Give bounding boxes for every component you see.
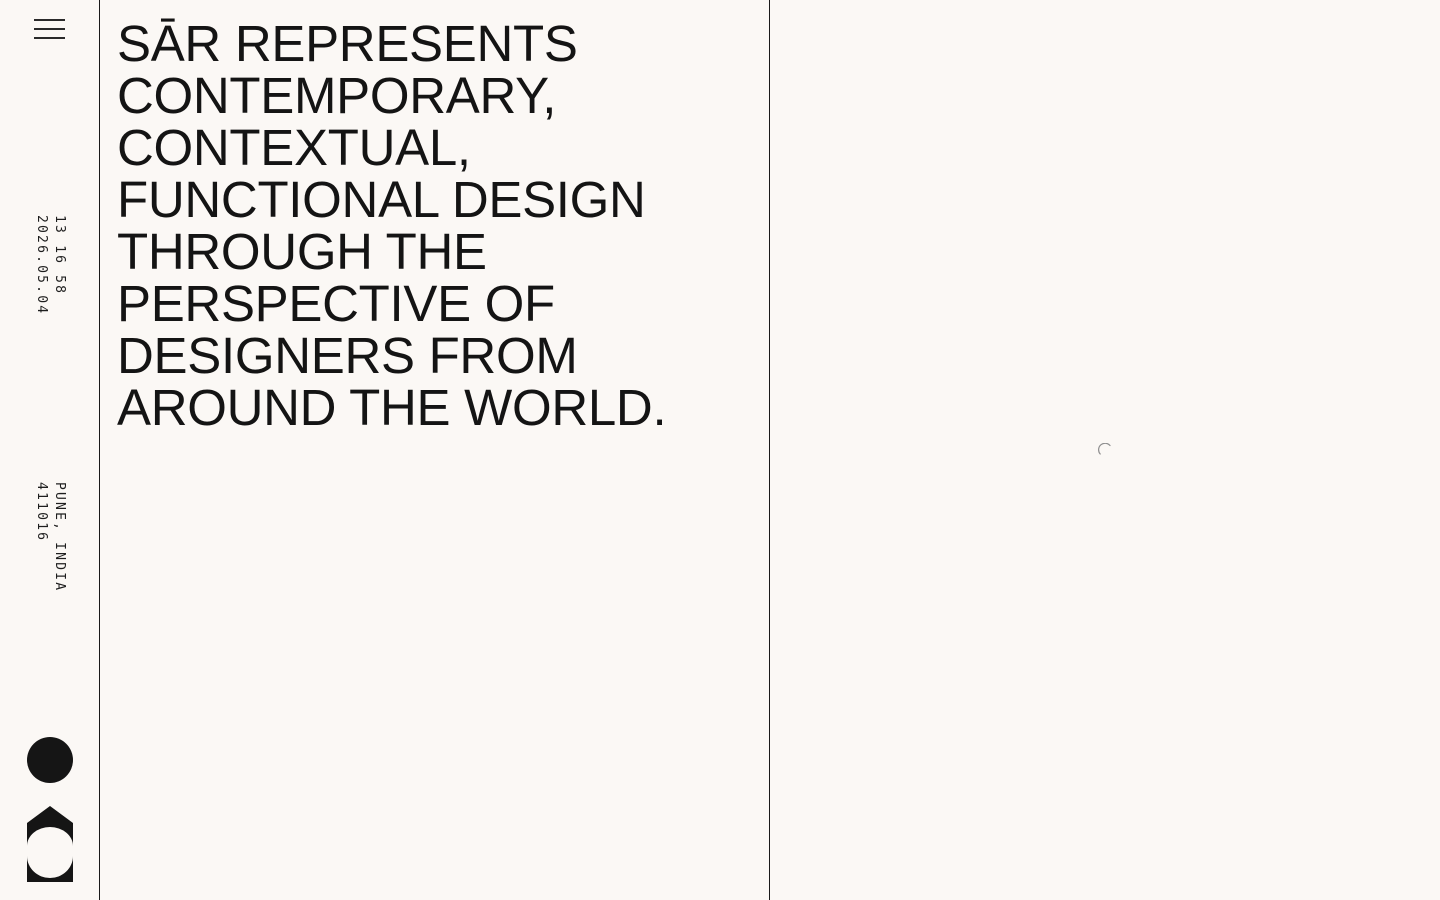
sidebar: 13 16 58 2026.05.04 PUNE, INDIA 411016 — [0, 0, 100, 900]
location-city: PUNE, INDIA — [52, 482, 67, 593]
clock-time: 13 16 58 — [52, 215, 67, 296]
logo-bowl-shape — [27, 856, 73, 882]
date-time-display: 13 16 58 2026.05.04 — [32, 215, 68, 315]
loading-spinner-icon — [1098, 443, 1111, 455]
hamburger-menu-icon-middle-line — [34, 28, 65, 30]
logo-arch-shape — [27, 806, 73, 846]
logo-circle-shape — [27, 737, 73, 783]
menu-button[interactable] — [34, 18, 66, 40]
sar-logo-icon[interactable] — [26, 736, 74, 884]
hamburger-menu-icon-top-line — [34, 19, 65, 21]
hero-headline: SĀR REPRESENTS CONTEMPORARY, CONTEXTUAL,… — [117, 15, 667, 436]
hamburger-menu-icon-bottom-line — [34, 37, 65, 39]
hero-panel: SĀR REPRESENTS CONTEMPORARY, CONTEXTUAL,… — [100, 0, 770, 900]
clock-date: 2026.05.04 — [34, 215, 49, 316]
preview-panel — [770, 0, 1440, 900]
location-postcode: 411016 — [34, 482, 49, 543]
location-display: PUNE, INDIA 411016 — [32, 482, 68, 592]
